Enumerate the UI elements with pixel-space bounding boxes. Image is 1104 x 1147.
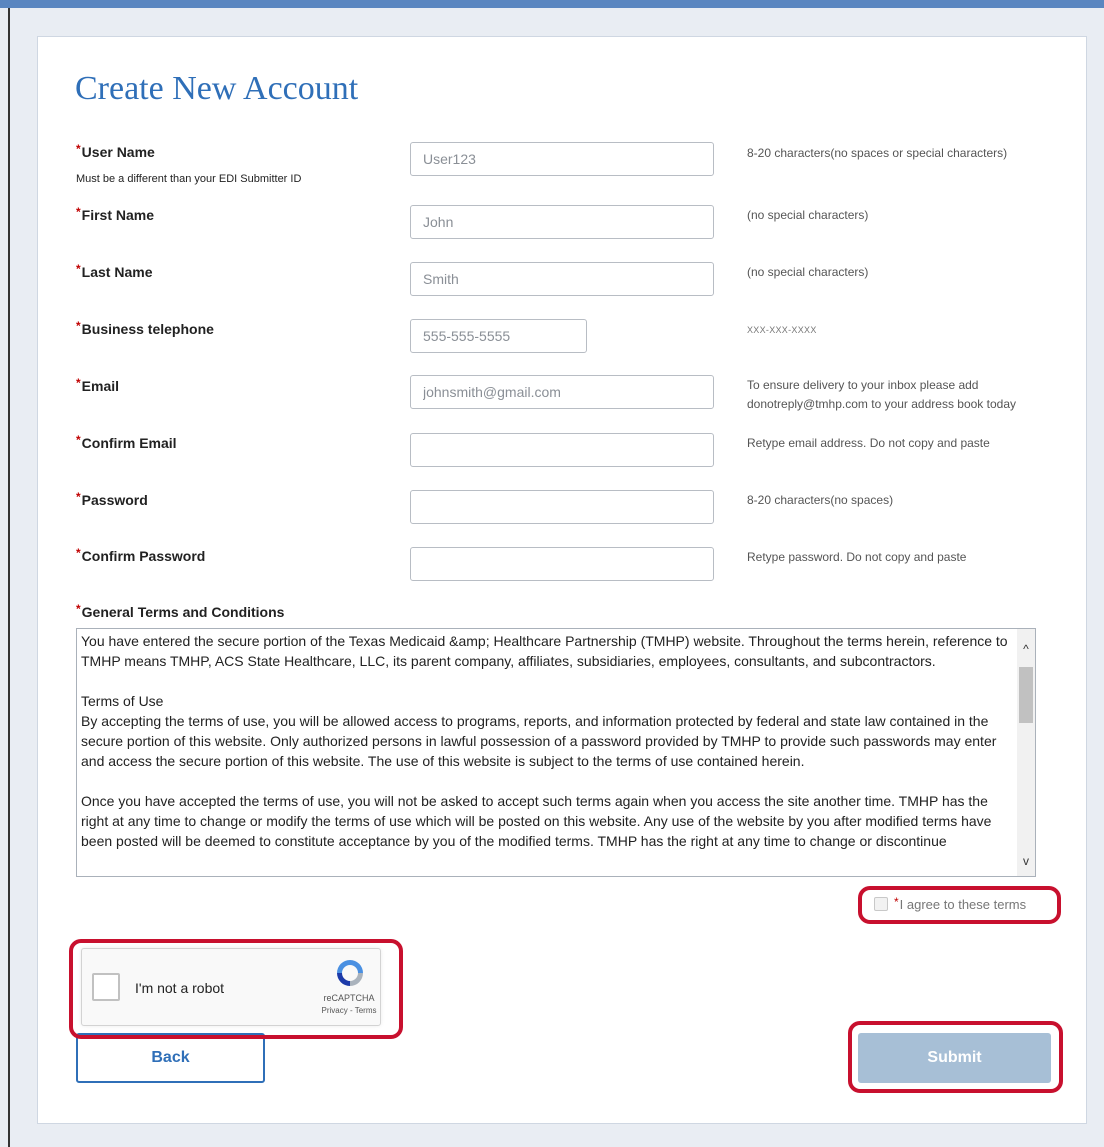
first-name-label: *First Name	[76, 205, 155, 223]
required-marker: *	[76, 319, 81, 333]
password-hint: 8-20 characters(no spaces)	[747, 493, 894, 507]
password-input[interactable]	[410, 490, 714, 524]
recaptcha-widget: I'm not a robot reCAPTCHA Privacy - Term…	[81, 948, 381, 1026]
first-name-input[interactable]	[410, 205, 714, 239]
recaptcha-logo-icon	[337, 960, 363, 986]
required-marker: *	[76, 546, 81, 560]
agree-checkbox[interactable]	[874, 897, 888, 911]
top-bar	[0, 0, 1104, 8]
last-name-input[interactable]	[410, 262, 714, 296]
terms-heading: Terms of Use	[81, 693, 164, 709]
username-sub-label: Must be a different than your EDI Submit…	[76, 173, 302, 185]
agree-terms[interactable]: * I agree to these terms	[874, 893, 1026, 915]
agree-label: I agree to these terms	[899, 896, 1027, 912]
required-marker: *	[76, 142, 81, 156]
terms-scrollbar[interactable]: ^ v	[1017, 629, 1035, 876]
terms-paragraph: Once you have accepted the terms of use,…	[81, 793, 992, 849]
submit-button[interactable]: Submit	[858, 1033, 1051, 1083]
back-button[interactable]: Back	[76, 1033, 265, 1083]
confirm-password-label: *Confirm Password	[76, 546, 206, 564]
email-input[interactable]	[410, 375, 714, 409]
phone-label: *Business telephone	[76, 319, 214, 337]
username-hint: 8-20 characters(no spaces or special cha…	[747, 146, 1008, 160]
page-title: Create New Account	[75, 70, 359, 107]
required-marker: *	[894, 895, 899, 909]
scroll-up-icon[interactable]: ^	[1017, 639, 1035, 659]
terms-label: *General Terms and Conditions	[76, 602, 285, 620]
required-marker: *	[76, 262, 81, 276]
email-hint-line1: To ensure delivery to your inbox please …	[747, 378, 979, 392]
recaptcha-label: I'm not a robot	[135, 980, 225, 996]
recaptcha-checkbox[interactable]	[92, 973, 120, 1001]
phone-input[interactable]	[410, 319, 587, 353]
username-input[interactable]	[410, 142, 714, 176]
terms-paragraph: By accepting the terms of use, you will …	[81, 713, 997, 769]
confirm-email-label: *Confirm Email	[76, 433, 177, 451]
scroll-down-icon[interactable]: v	[1017, 851, 1035, 871]
password-label: *Password	[76, 490, 148, 508]
recaptcha-brand: reCAPTCHA	[323, 993, 375, 1003]
required-marker: *	[76, 205, 81, 219]
terms-paragraph: You have entered the secure portion of t…	[81, 633, 1008, 669]
confirm-password-input[interactable]	[410, 547, 714, 581]
left-border	[8, 8, 10, 1147]
email-hint-line2: donotreply@tmhp.com to your address book…	[747, 397, 1016, 411]
scroll-thumb[interactable]	[1019, 667, 1033, 723]
phone-hint: XXX-XXX-XXXX	[747, 325, 817, 335]
required-marker: *	[76, 376, 81, 390]
terms-textbox[interactable]: You have entered the secure portion of t…	[76, 628, 1036, 877]
email-hint: To ensure delivery to your inbox please …	[747, 376, 1016, 414]
email-label: *Email	[76, 376, 120, 394]
confirm-email-hint: Retype email address. Do not copy and pa…	[747, 436, 990, 450]
terms-content: You have entered the secure portion of t…	[77, 629, 1017, 876]
username-label: *User Name	[76, 142, 155, 160]
account-form-card: Create New Account *User Name Must be a …	[37, 36, 1087, 1124]
confirm-password-hint: Retype password. Do not copy and paste	[747, 550, 967, 564]
recaptcha-links[interactable]: Privacy - Terms	[310, 1006, 388, 1015]
first-name-hint: (no special characters)	[747, 208, 869, 222]
required-marker: *	[76, 433, 81, 447]
confirm-email-input[interactable]	[410, 433, 714, 467]
last-name-hint: (no special characters)	[747, 265, 869, 279]
required-marker: *	[76, 602, 81, 616]
required-marker: *	[76, 490, 81, 504]
last-name-label: *Last Name	[76, 262, 153, 280]
